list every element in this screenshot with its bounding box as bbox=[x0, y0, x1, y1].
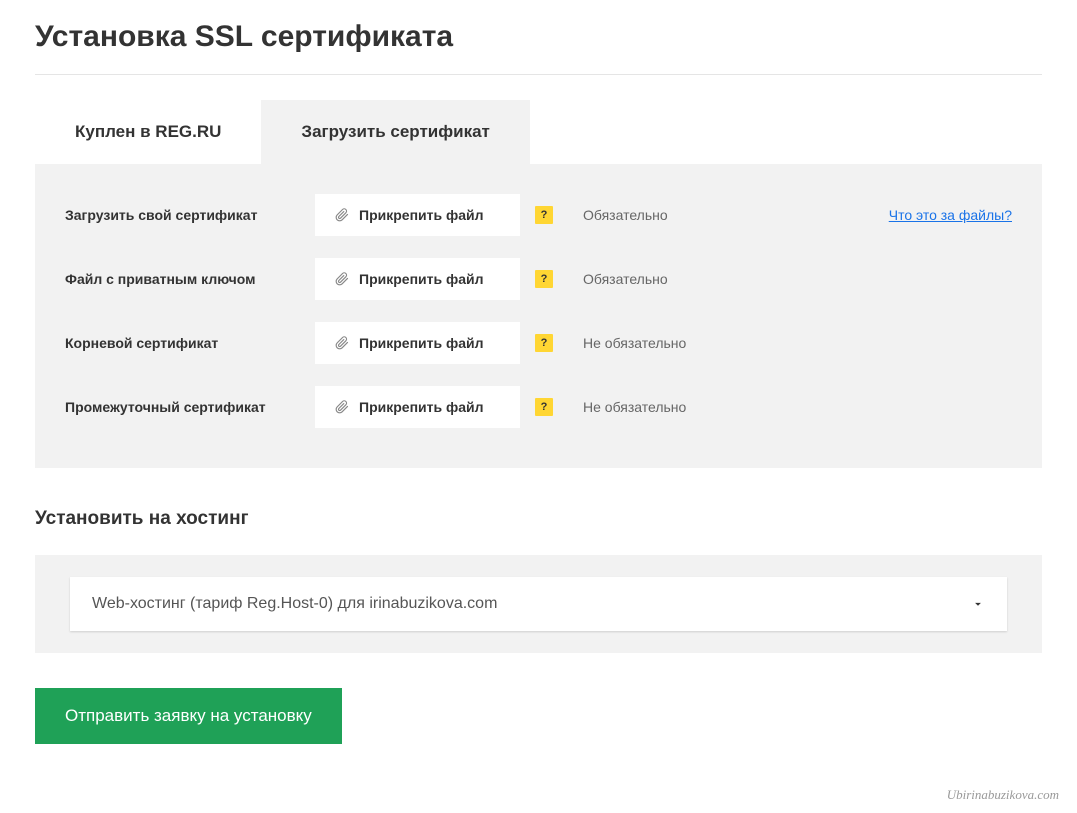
label-certificate: Загрузить свой сертификат bbox=[65, 207, 315, 223]
attach-intermediate-cert-button[interactable]: Прикрепить файл bbox=[315, 386, 520, 428]
attach-label: Прикрепить файл bbox=[359, 207, 484, 223]
hosting-select-value: Web-хостинг (тариф Reg.Host-0) для irina… bbox=[92, 595, 497, 613]
hosting-select[interactable]: Web-хостинг (тариф Reg.Host-0) для irina… bbox=[70, 577, 1007, 631]
help-badge[interactable]: ? bbox=[535, 270, 553, 288]
requirement-text: Обязательно bbox=[583, 207, 668, 223]
label-root-cert: Корневой сертификат bbox=[65, 335, 315, 351]
help-badge[interactable]: ? bbox=[535, 398, 553, 416]
watermark: Ubirinabuzikova.com bbox=[947, 787, 1059, 803]
upload-form-panel: Загрузить свой сертификат Прикрепить фай… bbox=[35, 164, 1042, 468]
requirement-text: Не обязательно bbox=[583, 335, 686, 351]
attach-label: Прикрепить файл bbox=[359, 399, 484, 415]
row-root-cert: Корневой сертификат Прикрепить файл ? Не… bbox=[65, 322, 1012, 364]
attach-root-cert-button[interactable]: Прикрепить файл bbox=[315, 322, 520, 364]
attach-private-key-button[interactable]: Прикрепить файл bbox=[315, 258, 520, 300]
requirement-text: Обязательно bbox=[583, 271, 668, 287]
attach-label: Прикрепить файл bbox=[359, 335, 484, 351]
attach-label: Прикрепить файл bbox=[359, 271, 484, 287]
help-link[interactable]: Что это за файлы? bbox=[889, 207, 1012, 223]
paperclip-icon bbox=[335, 336, 349, 350]
help-badge[interactable]: ? bbox=[535, 334, 553, 352]
tab-upload[interactable]: Загрузить сертификат bbox=[261, 100, 529, 164]
page-title: Установка SSL сертификата bbox=[35, 20, 1042, 54]
label-intermediate-cert: Промежуточный сертификат bbox=[65, 399, 315, 415]
label-private-key: Файл с приватным ключом bbox=[65, 271, 315, 287]
requirement-text: Не обязательно bbox=[583, 399, 686, 415]
chevron-down-icon bbox=[971, 597, 985, 611]
paperclip-icon bbox=[335, 400, 349, 414]
row-certificate: Загрузить свой сертификат Прикрепить фай… bbox=[65, 194, 1012, 236]
row-private-key: Файл с приватным ключом Прикрепить файл … bbox=[65, 258, 1012, 300]
paperclip-icon bbox=[335, 208, 349, 222]
divider bbox=[35, 74, 1042, 75]
help-badge[interactable]: ? bbox=[535, 206, 553, 224]
submit-button[interactable]: Отправить заявку на установку bbox=[35, 688, 342, 744]
hosting-section-title: Установить на хостинг bbox=[35, 508, 1042, 530]
tabs: Куплен в REG.RU Загрузить сертификат bbox=[35, 100, 1042, 164]
tab-bought[interactable]: Куплен в REG.RU bbox=[35, 100, 261, 164]
hosting-select-wrapper: Web-хостинг (тариф Reg.Host-0) для irina… bbox=[35, 555, 1042, 653]
paperclip-icon bbox=[335, 272, 349, 286]
row-intermediate-cert: Промежуточный сертификат Прикрепить файл… bbox=[65, 386, 1012, 428]
attach-certificate-button[interactable]: Прикрепить файл bbox=[315, 194, 520, 236]
